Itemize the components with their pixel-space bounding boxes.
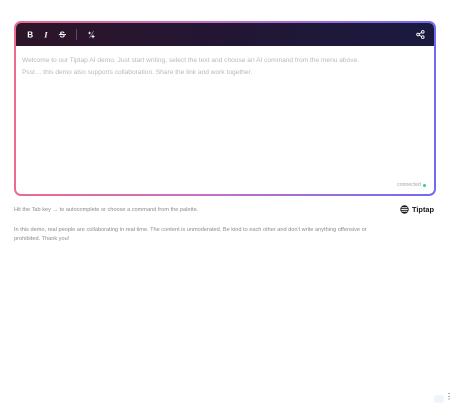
svg-text:B: B (27, 31, 33, 39)
italic-button[interactable]: I (38, 27, 54, 43)
bold-button[interactable]: B (22, 27, 38, 43)
toolbar-divider (76, 29, 77, 40)
share-icon (415, 30, 425, 39)
svg-text:I: I (43, 30, 48, 39)
italic-icon: I (43, 30, 48, 39)
editor-paragraph[interactable]: Welcome to our Tiptap AI demo. Just star… (22, 55, 428, 67)
editor-content[interactable]: Welcome to our Tiptap AI demo. Just star… (16, 46, 434, 79)
ai-sparkle-icon (87, 31, 95, 39)
connection-status-dot-icon (423, 183, 426, 187)
editor-frame: B I S Welcome to our Tiptap AI demo. Jus… (14, 21, 436, 196)
tiptap-brand-link[interactable]: Tiptap (400, 205, 434, 214)
more-vertical-icon[interactable]: ⋮ (445, 392, 450, 401)
page: B I S Welcome to our Tiptap AI demo. Jus… (0, 0, 450, 405)
share-button[interactable] (412, 27, 428, 43)
ai-command-button[interactable] (83, 27, 99, 43)
autocomplete-hint: Hit the Tab key → to autocomplete or cho… (14, 207, 199, 213)
collaboration-notice: In this demo, real people are collaborat… (14, 227, 367, 243)
tiptap-logo-icon (400, 205, 409, 214)
connection-status: connected (397, 182, 426, 188)
corner-widget (434, 395, 444, 403)
bold-icon: B (27, 31, 33, 39)
editor: B I S Welcome to our Tiptap AI demo. Jus… (16, 23, 434, 194)
brand-name: Tiptap (412, 205, 435, 214)
editor-toolbar: B I S (16, 23, 434, 46)
connection-status-label: connected (397, 182, 421, 188)
strikethrough-button[interactable]: S (54, 27, 70, 43)
editor-paragraph[interactable]: Psst… this demo also supports collaborat… (22, 67, 428, 79)
strikethrough-icon: S (58, 31, 66, 39)
